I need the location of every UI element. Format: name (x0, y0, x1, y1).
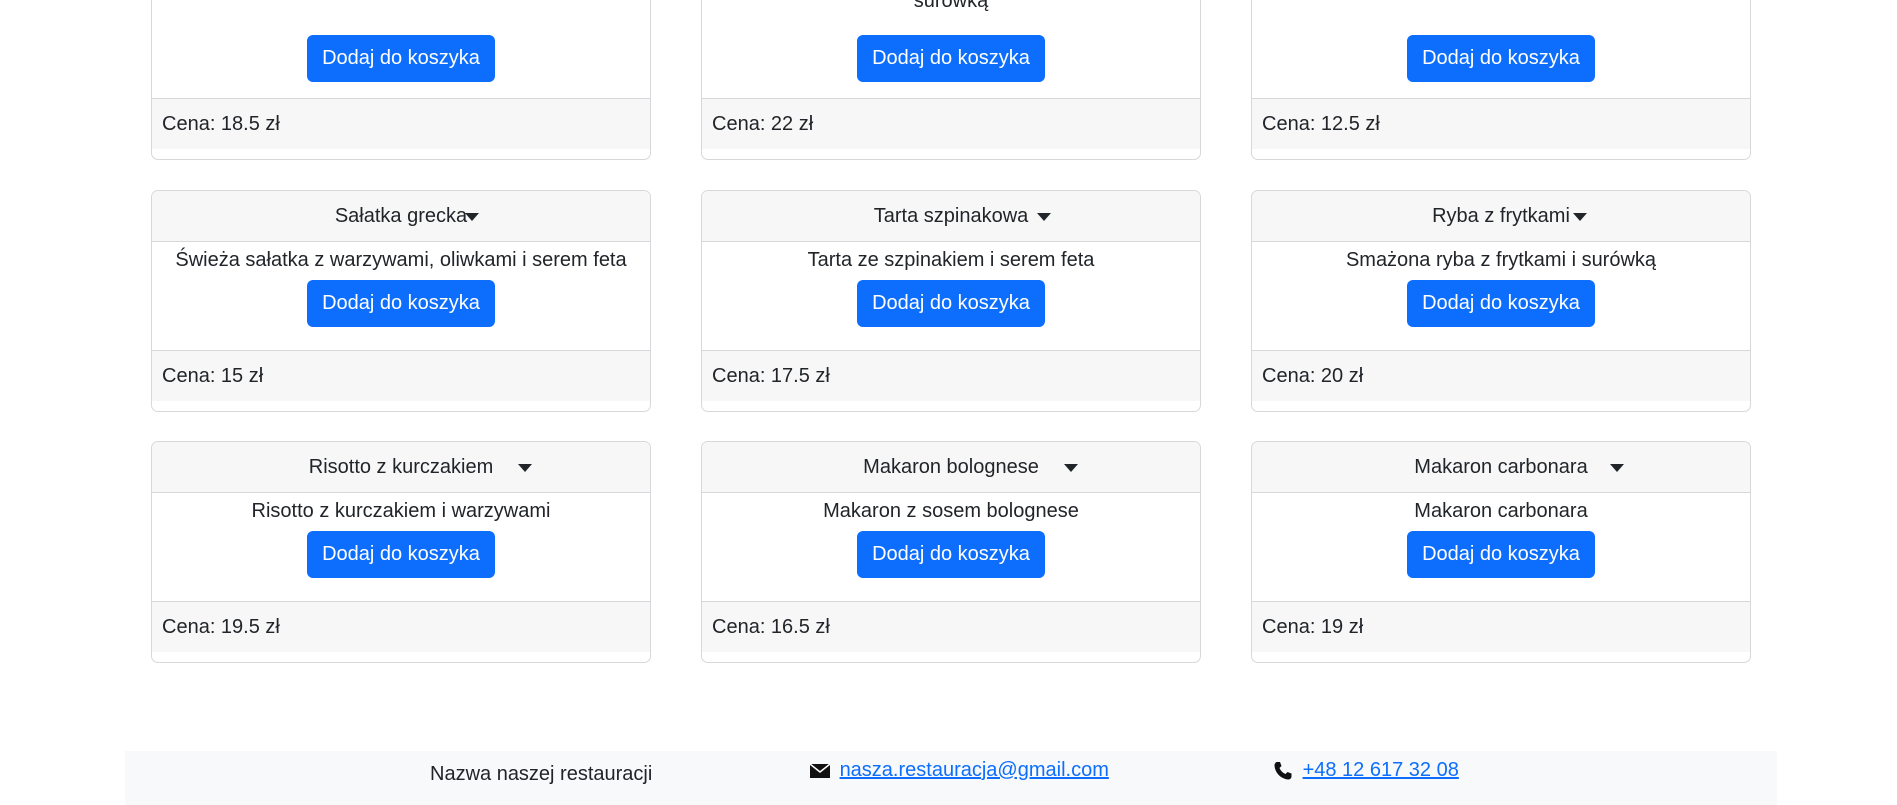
menu-card: Makaron carbonara Makaron carbonara Doda… (1251, 441, 1751, 663)
menu-card: surówką Dodaj do koszyka Cena: 22 zł (701, 0, 1201, 160)
card-description: Makaron carbonara (1414, 500, 1588, 522)
card-price: Cena: 17.5 zł (702, 350, 1200, 401)
menu-card: Tarta szpinakowa Tarta ze szpinakiem i s… (701, 190, 1201, 412)
add-to-cart-button[interactable]: Dodaj do koszyka (1407, 35, 1595, 82)
card-description: Makaron z sosem bolognese (823, 500, 1079, 522)
menu-card: Sałatka grecka Świeża sałatka z warzywam… (151, 190, 651, 412)
card-description: Świeża sałatka z warzywami, oliwkami i s… (175, 249, 627, 271)
card-price: Cena: 16.5 zł (702, 601, 1200, 652)
card-price: Cena: 18.5 zł (152, 98, 650, 149)
caret-down-icon (1610, 464, 1624, 472)
card-header-dropdown[interactable]: Ryba z frytkami (1252, 191, 1750, 242)
add-to-cart-button[interactable]: Dodaj do koszyka (307, 531, 495, 578)
card-description: Tarta ze szpinakiem i serem feta (807, 249, 1095, 271)
card-body: Risotto z kurczakiem i warzywami Dodaj d… (152, 493, 650, 578)
footer-email: nasza.restauracja@gmail.com (810, 759, 1109, 782)
add-to-cart-button[interactable]: Dodaj do koszyka (857, 35, 1045, 82)
email-link[interactable]: nasza.restauracja@gmail.com (840, 759, 1109, 781)
card-title: Ryba z frytkami (1432, 205, 1570, 227)
card-header-dropdown[interactable]: Makaron carbonara (1252, 442, 1750, 493)
envelope-icon (810, 763, 830, 778)
add-to-cart-button[interactable]: Dodaj do koszyka (1407, 280, 1595, 327)
caret-down-icon (465, 213, 479, 221)
card-header-dropdown[interactable]: Risotto z kurczakiem (152, 442, 650, 493)
card-body: Smażona ryba z frytkami i surówką Dodaj … (1252, 242, 1750, 327)
menu-card: Dodaj do koszyka Cena: 18.5 zł (151, 0, 651, 160)
footer-phone: +48 12 617 32 08 (1273, 759, 1459, 782)
card-price: Cena: 19 zł (1252, 601, 1750, 652)
card-price: Cena: 12.5 zł (1252, 98, 1750, 149)
card-description: surówką (913, 0, 989, 12)
add-to-cart-button[interactable]: Dodaj do koszyka (307, 280, 495, 327)
add-to-cart-button[interactable]: Dodaj do koszyka (307, 35, 495, 82)
add-to-cart-button[interactable]: Dodaj do koszyka (1407, 531, 1595, 578)
card-body: Makaron carbonara Dodaj do koszyka (1252, 493, 1750, 578)
menu-card: Risotto z kurczakiem Risotto z kurczakie… (151, 441, 651, 663)
card-body: Makaron z sosem bolognese Dodaj do koszy… (702, 493, 1200, 578)
card-body: Dodaj do koszyka (152, 0, 650, 82)
caret-down-icon (1573, 213, 1587, 221)
card-body: Świeża sałatka z warzywami, oliwkami i s… (152, 242, 650, 327)
add-to-cart-button[interactable]: Dodaj do koszyka (857, 531, 1045, 578)
card-title: Makaron carbonara (1414, 456, 1588, 478)
card-description: Risotto z kurczakiem i warzywami (251, 500, 551, 522)
menu-card: Ryba z frytkami Smażona ryba z frytkami … (1251, 190, 1751, 412)
card-title: Risotto z kurczakiem (308, 456, 494, 478)
card-title: Tarta szpinakowa (873, 205, 1029, 227)
card-header-dropdown[interactable]: Tarta szpinakowa (702, 191, 1200, 242)
menu-card: Dodaj do koszyka Cena: 12.5 zł (1251, 0, 1751, 160)
card-description: Smażona ryba z frytkami i surówką (1345, 249, 1657, 271)
card-price: Cena: 19.5 zł (152, 601, 650, 652)
card-title: Makaron bolognese (863, 456, 1039, 478)
card-body: Tarta ze szpinakiem i serem feta Dodaj d… (702, 242, 1200, 327)
card-title: Sałatka grecka (334, 205, 468, 227)
card-header-dropdown[interactable]: Sałatka grecka (152, 191, 650, 242)
page-footer: Nazwa naszej restauracji nasza.restaurac… (125, 751, 1777, 805)
menu-card: Makaron bolognese Makaron z sosem bologn… (701, 441, 1201, 663)
phone-link[interactable]: +48 12 617 32 08 (1303, 759, 1459, 781)
phone-icon (1274, 761, 1292, 780)
card-price: Cena: 15 zł (152, 350, 650, 401)
card-price: Cena: 20 zł (1252, 350, 1750, 401)
card-price: Cena: 22 zł (702, 98, 1200, 149)
caret-down-icon (1037, 213, 1051, 221)
caret-down-icon (1064, 464, 1078, 472)
card-header-dropdown[interactable]: Makaron bolognese (702, 442, 1200, 493)
card-body: Dodaj do koszyka (1252, 0, 1750, 82)
caret-down-icon (518, 464, 532, 472)
restaurant-name: Nazwa naszej restauracji (430, 763, 653, 785)
add-to-cart-button[interactable]: Dodaj do koszyka (857, 280, 1045, 327)
